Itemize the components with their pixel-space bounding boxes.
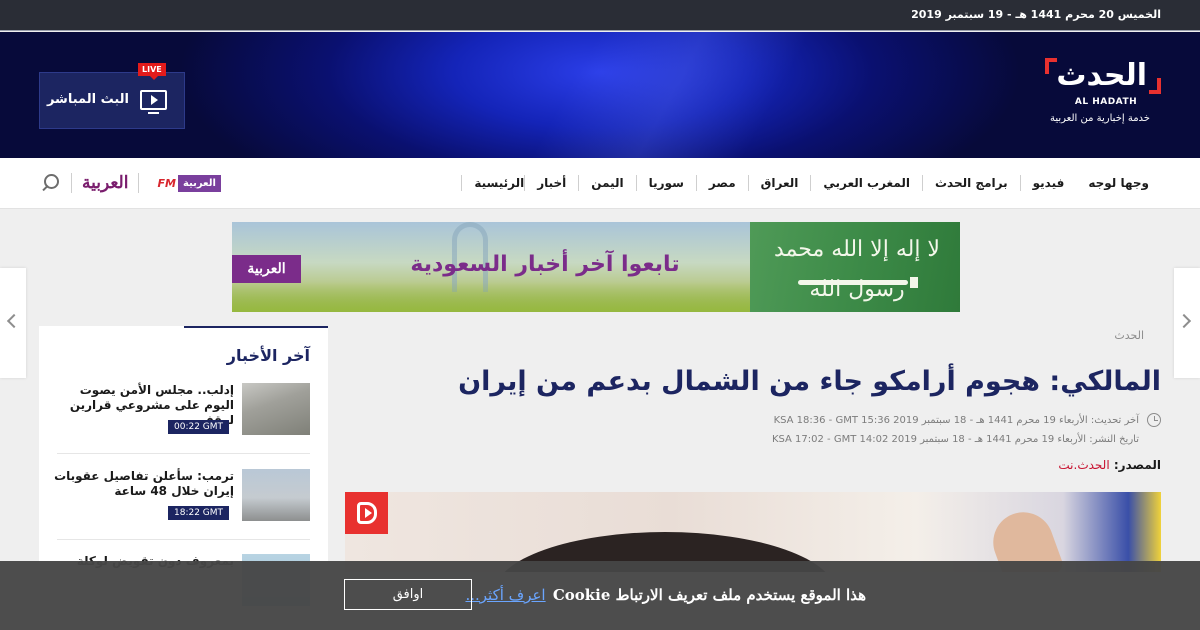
news-item[interactable]: إدلب.. مجلس الأمن يصوت اليوم على مشروعي … <box>39 383 328 463</box>
cookie-consent-bar: هذا الموقع يستخدم ملف تعريف الارتباط Coo… <box>0 561 1200 630</box>
video-play-button[interactable] <box>345 492 388 534</box>
current-date: الخميس 20 محرم 1441 هـ - 19 سبتمبر 2019 <box>911 8 1161 21</box>
clock-icon <box>1147 413 1161 427</box>
live-badge: LIVE <box>138 63 166 80</box>
nav-item-home[interactable]: الرئيسية <box>461 175 524 191</box>
breadcrumb[interactable]: الحدث <box>1114 329 1144 342</box>
live-stream-label: البث المباشر <box>46 92 129 107</box>
news-headline[interactable]: ترمب: سأعلن تفاصيل عقوبات إيران خلال 48 … <box>54 469 234 499</box>
sidebar-accent-line <box>184 326 328 328</box>
logo-tagline: خدمة إخبارية من العربية <box>1050 113 1150 124</box>
logo-arabic-text: الحدث <box>1056 58 1148 93</box>
latest-news-sidebar: آخر الأخبار إدلب.. مجلس الأمن يصوت اليوم… <box>39 326 328 606</box>
article: الحدث المالكي: هجوم أرامكو جاء من الشمال… <box>345 326 1161 572</box>
search-icon[interactable] <box>39 172 61 194</box>
nav-divider <box>138 173 140 193</box>
source-link[interactable]: الحدث.نت <box>1058 458 1109 472</box>
banner-light-streak <box>389 32 951 158</box>
fm-label: FM <box>157 176 176 190</box>
article-title: المالكي: هجوم أرامكو جاء من الشمال بدعم … <box>458 366 1161 397</box>
flag-inscription: لا إله إلا الله محمد رسول الله <box>774 237 940 302</box>
news-time-badge: 00:22 GMT <box>168 420 230 434</box>
learn-more-link[interactable]: اعرف أكثر... <box>465 586 545 604</box>
date-bar: الخميس 20 محرم 1441 هـ - 19 سبتمبر 2019 <box>0 0 1200 31</box>
news-time-badge: 18:22 GMT <box>168 506 230 520</box>
nav-item-programs[interactable]: برامج الحدث <box>922 175 1020 191</box>
cookie-message-container: هذا الموقع يستخدم ملف تعريف الارتباط Coo… <box>465 586 866 604</box>
chevron-left-icon <box>6 313 22 329</box>
ad-grass-background <box>232 282 772 312</box>
ad-headline: تابعوا آخر أخبار السعودية <box>410 252 680 277</box>
live-stream-button[interactable]: LIVE البث المباشر <box>39 63 185 129</box>
alarabiya-fm-logo-link[interactable]: FM العربية <box>157 174 221 192</box>
nav-tools: العربية FM العربية <box>39 172 221 194</box>
ad-alarabiya-logo: العربية <box>232 255 301 283</box>
nav-item-video[interactable]: فيديو <box>1019 175 1077 191</box>
nav-item-face-to-face[interactable]: وجها لوجه <box>1076 175 1161 191</box>
fm-brand: العربية <box>177 174 221 192</box>
next-article-arrow[interactable] <box>1174 268 1200 378</box>
nav-item-syria[interactable]: سوريا <box>635 175 696 191</box>
news-divider <box>57 453 310 454</box>
news-item[interactable]: ترمب: سأعلن تفاصيل عقوبات إيران خلال 48 … <box>39 469 328 549</box>
news-thumbnail[interactable] <box>242 383 310 435</box>
tv-play-icon <box>140 90 167 114</box>
nav-item-egypt[interactable]: مصر <box>695 175 748 191</box>
article-updated-time: آخر تحديث: الأربعاء 19 محرم 1441 هـ - 18… <box>773 415 1139 426</box>
previous-article-arrow[interactable] <box>0 268 26 378</box>
play-icon <box>357 502 377 524</box>
header-banner: LIVE البث المباشر الحدث AL HADATH خدمة إ… <box>0 32 1200 158</box>
nav-item-iraq[interactable]: العراق <box>747 175 811 191</box>
source-label: المصدر: <box>1113 458 1161 472</box>
nav-item-news[interactable]: أخبار <box>524 175 578 191</box>
chevron-right-icon <box>1176 313 1192 329</box>
nav-divider <box>71 173 72 193</box>
logo-bracket-bottom-right <box>1149 78 1161 94</box>
logo-english-text: AL HADATH <box>1074 97 1138 107</box>
article-hero-video[interactable] <box>345 492 1161 572</box>
main-navigation: الرئيسية أخبار اليمن سوريا مصر العراق ال… <box>0 158 1200 209</box>
agree-button[interactable]: اوافق <box>344 579 472 610</box>
alarabiya-logo-link[interactable]: العربية <box>82 173 128 193</box>
news-thumbnail[interactable] <box>242 469 310 521</box>
nav-item-maghreb[interactable]: المغرب العربي <box>810 175 922 191</box>
saudi-flag-graphic: لا إله إلا الله محمد رسول الله <box>750 222 960 312</box>
sidebar-title: آخر الأخبار <box>226 346 310 365</box>
cookie-message: هذا الموقع يستخدم ملف تعريف الارتباط Coo… <box>552 586 866 604</box>
advertisement-banner[interactable]: لا إله إلا الله محمد رسول الله تابعوا آخ… <box>232 222 960 312</box>
flag-sword <box>798 277 918 288</box>
article-source: المصدر: الحدث.نت <box>1058 458 1161 472</box>
nav-menu: الرئيسية أخبار اليمن سوريا مصر العراق ال… <box>461 175 1161 191</box>
article-published-time: تاريخ النشر: الأربعاء 19 محرم 1441 هـ - … <box>771 434 1139 445</box>
al-hadath-logo[interactable]: الحدث AL HADATH خدمة إخبارية من العربية <box>1045 58 1161 130</box>
logo-bracket-top-left <box>1045 58 1057 74</box>
news-divider <box>57 539 310 540</box>
nav-item-yemen[interactable]: اليمن <box>578 175 635 191</box>
